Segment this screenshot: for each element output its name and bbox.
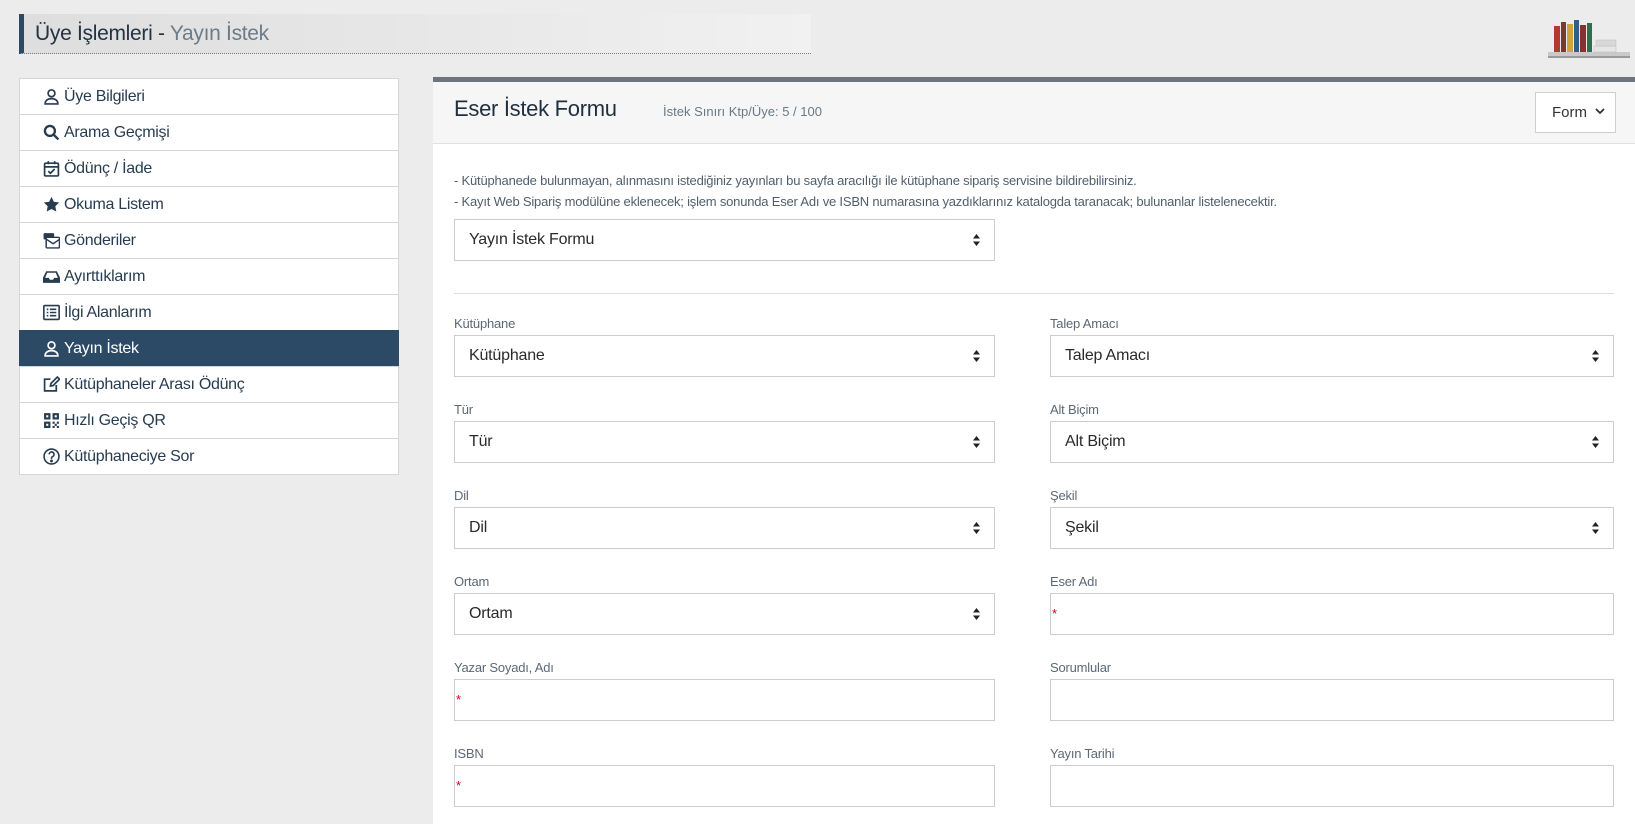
ortam-value: Ortam [469,605,513,622]
yayin-tarihi-label: Yayın Tarihi [1050,746,1115,761]
kutuphane-select[interactable]: Kütüphane [454,335,995,377]
sidebar-item-label: Yayın İstek [64,339,139,357]
sidebar-item-label: Okuma Listem [64,195,164,213]
page-title: Üye İşlemleri - Yayın İstek [24,14,811,54]
question-circle-icon [42,448,60,466]
isbn-input[interactable]: * [454,765,995,807]
sorumlular-input[interactable] [1050,679,1614,721]
sidebar-menu: Üye Bilgileri Arama Geçmişi Ödünç / İade… [19,78,399,475]
view-mode-value: Form [1552,104,1587,121]
sekil-value: Şekil [1065,519,1099,536]
talep-amaci-label: Talep Amacı [1050,316,1119,331]
required-marker: * [456,692,462,707]
eser-adi-input[interactable]: * [1050,593,1614,635]
mail-bulk-icon [42,232,60,250]
form-type-value: Yayın İstek Formu [469,231,595,248]
sidebar-item-kutuphaneciye-sor[interactable]: Kütüphaneciye Sor [19,438,399,475]
sort-arrows-icon [973,608,980,620]
eser-adi-label: Eser Adı [1050,574,1098,589]
qrcode-icon [42,412,60,430]
required-marker: * [456,778,462,793]
divider [454,293,1614,294]
sort-arrows-icon [973,234,980,246]
form-type-select[interactable]: Yayın İstek Formu [454,219,995,261]
page-header: Üye İşlemleri - Yayın İstek [19,14,811,54]
view-mode-select[interactable]: Form [1535,92,1616,133]
star-icon [42,196,60,214]
user-icon [42,340,60,358]
sort-arrows-icon [973,436,980,448]
page-subtitle: Yayın İstek [169,22,269,45]
dil-select[interactable]: Dil [454,507,995,549]
dil-label: Dil [454,488,469,503]
ortam-label: Ortam [454,574,490,589]
request-limit: İstek Sınırı Ktp/Üye: 5 / 100 [663,104,822,119]
panel-title: Eser İstek Formu [454,96,617,121]
sidebar-item-ayirttiklarim[interactable]: Ayırttıklarım [19,258,399,295]
sidebar-item-label: Gönderiler [64,231,136,249]
info-line: - Kayıt Web Sipariş modülüne eklenecek; … [454,194,1277,209]
sidebar-item-yayin-istek[interactable]: Yayın İstek [19,330,399,367]
tur-label: Tür [454,402,473,417]
sidebar-item-okuma-listem[interactable]: Okuma Listem [19,186,399,223]
sorumlular-label: Sorumlular [1050,660,1111,675]
page-title-main: Üye İşlemleri [35,22,153,45]
sidebar-item-label: Ayırttıklarım [64,267,146,285]
sidebar-item-label: Hızlı Geçiş QR [64,411,166,429]
page-title-separator: - [152,22,170,45]
user-icon [42,88,60,106]
yazar-label: Yazar Soyadı, Adı [454,660,554,675]
sidebar-item-hizli-gecis-qr[interactable]: Hızlı Geçiş QR [19,402,399,439]
talep-amaci-value: Talep Amacı [1065,347,1150,364]
info-text: - Kütüphanede bulunmayan, alınmasını ist… [454,170,1277,212]
sidebar-item-odunc-iade[interactable]: Ödünç / İade [19,150,399,187]
ortam-select[interactable]: Ortam [454,593,995,635]
sekil-select[interactable]: Şekil [1050,507,1614,549]
tur-select[interactable]: Tür [454,421,995,463]
yazar-input[interactable]: * [454,679,995,721]
calendar-check-icon [42,160,60,178]
inbox-icon [42,268,60,286]
required-marker: * [1052,606,1058,621]
sidebar-item-label: Arama Geçmişi [64,123,170,141]
panel-header: Eser İstek Formu İstek Sınırı Ktp/Üye: 5… [433,82,1635,144]
sekil-label: Şekil [1050,488,1078,503]
request-form-panel: Eser İstek Formu İstek Sınırı Ktp/Üye: 5… [433,77,1635,824]
info-line: - Kütüphanede bulunmayan, alınmasını ist… [454,173,1137,188]
sort-arrows-icon [973,350,980,362]
alt-bicim-label: Alt Biçim [1050,402,1099,417]
sidebar-item-label: Kütüphaneler Arası Ödünç [64,375,245,393]
sidebar-item-arama-gecmisi[interactable]: Arama Geçmişi [19,114,399,151]
chevron-down-icon [1595,108,1605,115]
sidebar-item-label: Ödünç / İade [64,159,153,177]
bookshelf-icon [1548,20,1630,58]
sort-arrows-icon [973,522,980,534]
sort-arrows-icon [1592,436,1599,448]
isbn-label: ISBN [454,746,484,761]
list-icon [42,304,60,322]
sidebar-item-label: Üye Bilgileri [64,87,145,105]
sidebar-item-label: Kütüphaneciye Sor [64,447,195,465]
tur-value: Tür [469,433,493,450]
sidebar-item-kutuphaneler-arasi-odunc[interactable]: Kütüphaneler Arası Ödünç [19,366,399,403]
kutuphane-label: Kütüphane [454,316,516,331]
sidebar-item-ilgi-alanlarim[interactable]: İlgi Alanlarım [19,294,399,331]
dil-value: Dil [469,519,488,536]
sort-arrows-icon [1592,350,1599,362]
alt-bicim-select[interactable]: Alt Biçim [1050,421,1614,463]
alt-bicim-value: Alt Biçim [1065,433,1126,450]
sidebar-item-uye-bilgileri[interactable]: Üye Bilgileri [19,78,399,115]
sidebar-item-label: İlgi Alanlarım [64,303,152,321]
search-icon [42,124,60,142]
yayin-tarihi-input[interactable] [1050,765,1614,807]
sidebar-item-gonderiler[interactable]: Gönderiler [19,222,399,259]
edit-icon [42,376,60,394]
kutuphane-value: Kütüphane [469,347,545,364]
sort-arrows-icon [1592,522,1599,534]
talep-amaci-select[interactable]: Talep Amacı [1050,335,1614,377]
